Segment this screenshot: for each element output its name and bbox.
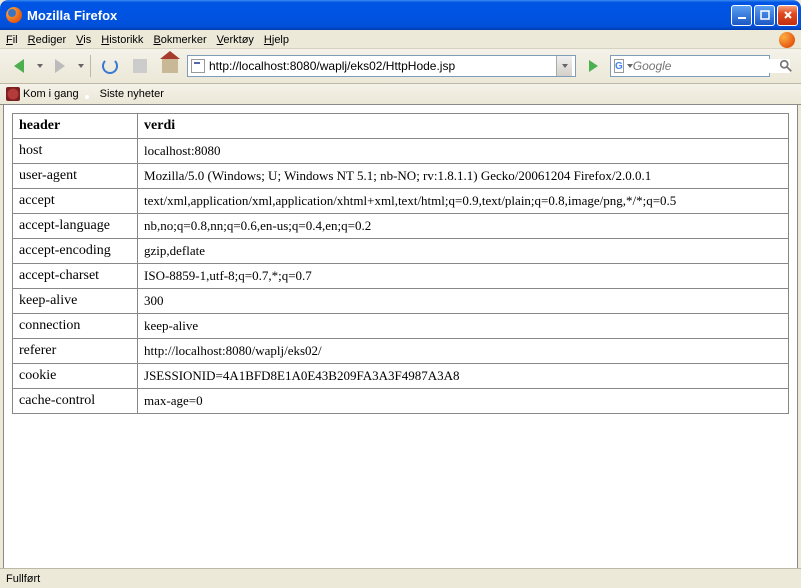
forward-history-dropdown[interactable]	[78, 64, 84, 68]
table-row: cookieJSESSIONID=4A1BFD8E1A0E43B209FA3A3…	[13, 364, 789, 389]
header-value-cell: Mozilla/5.0 (Windows; U; Windows NT 5.1;…	[138, 164, 789, 189]
header-name-cell: cookie	[13, 364, 138, 389]
header-value-cell: ISO-8859-1,utf-8;q=0.7,*;q=0.7	[138, 264, 789, 289]
page-icon	[191, 59, 205, 73]
chevron-down-icon	[562, 64, 568, 68]
url-dropdown-button[interactable]	[556, 56, 572, 76]
header-value-cell: gzip,deflate	[138, 239, 789, 264]
google-icon[interactable]: G	[614, 59, 624, 73]
header-value-cell: localhost:8080	[138, 139, 789, 164]
search-icon	[779, 59, 793, 73]
status-text: Fullført	[6, 573, 40, 585]
column-header: verdi	[138, 114, 789, 139]
column-header: header	[13, 114, 138, 139]
reload-button[interactable]	[97, 53, 123, 79]
search-box[interactable]: G	[610, 55, 770, 77]
reload-icon	[102, 58, 118, 74]
forward-button[interactable]	[47, 53, 73, 79]
go-arrow-icon	[589, 60, 598, 72]
forward-arrow-icon	[55, 59, 65, 73]
table-row: accept-charsetISO-8859-1,utf-8;q=0.7,*;q…	[13, 264, 789, 289]
header-name-cell: accept-encoding	[13, 239, 138, 264]
header-name-cell: keep-alive	[13, 289, 138, 314]
header-value-cell: max-age=0	[138, 389, 789, 414]
table-row: refererhttp://localhost:8080/waplj/eks02…	[13, 339, 789, 364]
menubar: Fil Rediger Vis Historikk Bokmerker Verk…	[0, 30, 801, 49]
toolbar-separator	[90, 55, 91, 77]
go-button[interactable]	[580, 53, 606, 79]
maximize-button[interactable]	[754, 5, 775, 26]
header-name-cell: accept	[13, 189, 138, 214]
home-button[interactable]	[157, 53, 183, 79]
back-button[interactable]	[6, 53, 32, 79]
table-row: accept-encodinggzip,deflate	[13, 239, 789, 264]
rss-icon	[83, 87, 97, 101]
menu-bookmarks[interactable]: Bokmerker	[153, 34, 206, 46]
http-headers-table: header verdi hostlocalhost:8080user-agen…	[12, 113, 789, 414]
table-row: user-agentMozilla/5.0 (Windows; U; Windo…	[13, 164, 789, 189]
menu-view[interactable]: Vis	[76, 34, 91, 46]
firefox-logo-icon	[779, 32, 795, 48]
menu-tools[interactable]: Verktøy	[217, 34, 254, 46]
search-button[interactable]	[777, 57, 795, 75]
bookmark-kom-i-gang[interactable]: Kom i gang	[6, 87, 79, 101]
bookmark-siste-nyheter[interactable]: Siste nyheter	[83, 87, 164, 101]
header-value-cell: 300	[138, 289, 789, 314]
stop-icon	[133, 59, 147, 73]
header-name-cell: user-agent	[13, 164, 138, 189]
header-value-cell: text/xml,application/xml,application/xht…	[138, 189, 789, 214]
firefox-icon	[6, 7, 22, 23]
titlebar[interactable]: Mozilla Firefox	[0, 0, 801, 30]
table-row: keep-alive300	[13, 289, 789, 314]
header-name-cell: accept-language	[13, 214, 138, 239]
header-value-cell: nb,no;q=0.8,nn;q=0.6,en-us;q=0.4,en;q=0.…	[138, 214, 789, 239]
menu-file[interactable]: Fil	[6, 34, 18, 46]
table-row: connectionkeep-alive	[13, 314, 789, 339]
bookmark-label: Siste nyheter	[100, 88, 164, 100]
header-name-cell: host	[13, 139, 138, 164]
stop-button[interactable]	[127, 53, 153, 79]
table-row: accepttext/xml,application/xml,applicati…	[13, 189, 789, 214]
back-arrow-icon	[14, 59, 24, 73]
bookmarks-toolbar: Kom i gang Siste nyheter	[0, 84, 801, 105]
url-bar[interactable]	[187, 55, 576, 77]
header-value-cell: http://localhost:8080/waplj/eks02/	[138, 339, 789, 364]
bookmark-icon	[6, 87, 20, 101]
header-name-cell: referer	[13, 339, 138, 364]
home-icon	[162, 59, 178, 73]
header-value-cell: keep-alive	[138, 314, 789, 339]
menu-history[interactable]: Historikk	[101, 34, 143, 46]
back-history-dropdown[interactable]	[37, 64, 43, 68]
menu-edit[interactable]: Rediger	[28, 34, 67, 46]
bookmark-label: Kom i gang	[23, 88, 79, 100]
window-title: Mozilla Firefox	[27, 8, 731, 23]
header-name-cell: accept-charset	[13, 264, 138, 289]
navigation-toolbar: G	[0, 49, 801, 84]
header-value-cell: JSESSIONID=4A1BFD8E1A0E43B209FA3A3F4987A…	[138, 364, 789, 389]
statusbar: Fullført	[0, 568, 801, 588]
page-content[interactable]: header verdi hostlocalhost:8080user-agen…	[3, 105, 798, 574]
menu-help[interactable]: Hjelp	[264, 34, 289, 46]
minimize-button[interactable]	[731, 5, 752, 26]
close-button[interactable]	[777, 5, 798, 26]
table-header-row: header verdi	[13, 114, 789, 139]
header-name-cell: cache-control	[13, 389, 138, 414]
table-row: accept-languagenb,no;q=0.8,nn;q=0.6,en-u…	[13, 214, 789, 239]
header-name-cell: connection	[13, 314, 138, 339]
table-row: hostlocalhost:8080	[13, 139, 789, 164]
search-input[interactable]	[633, 59, 790, 73]
url-input[interactable]	[209, 59, 556, 73]
table-row: cache-controlmax-age=0	[13, 389, 789, 414]
